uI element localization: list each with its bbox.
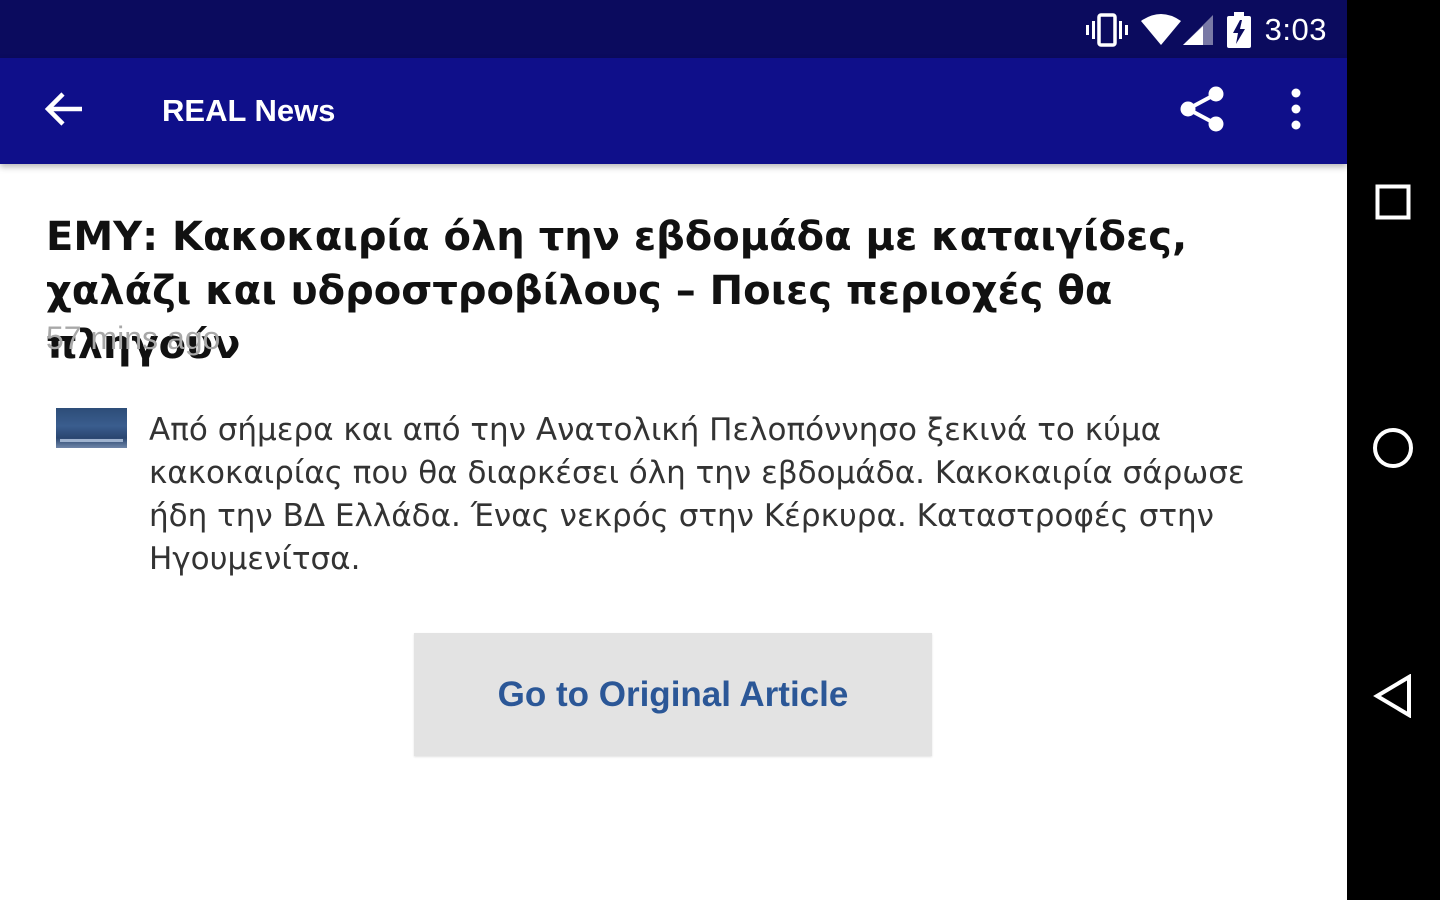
status-icons: 3:03 (1073, 8, 1327, 52)
navigation-bar (1347, 0, 1440, 900)
back-triangle-icon (1373, 672, 1413, 723)
back-button[interactable] (36, 85, 92, 137)
share-icon (1179, 85, 1225, 138)
vibrate-icon (1085, 12, 1129, 48)
home-circle-icon (1371, 426, 1415, 475)
app-title: REAL News (162, 93, 336, 128)
status-bar: 3:03 (0, 0, 1347, 58)
recents-square-icon (1375, 184, 1411, 225)
wifi-icon (1140, 13, 1181, 47)
app-bar: REAL News (0, 58, 1347, 164)
share-button[interactable] (1174, 83, 1230, 139)
cell-signal-icon (1182, 13, 1215, 47)
recents-button[interactable] (1369, 180, 1417, 228)
article-summary: Από σήμερα και από την Ανατολική Πελοπόν… (149, 412, 1245, 577)
article-timestamp: 57 mins ago (46, 320, 221, 356)
article-title: ΕΜΥ: Κακοκαιρία όλη την εβδομάδα με κατα… (46, 214, 1188, 368)
app-screen: 3:03 REAL News ΕΜΥ: Κακοκαιρία όλη την ε… (0, 0, 1347, 900)
overflow-menu-button[interactable] (1270, 83, 1322, 139)
battery-charging-icon (1226, 12, 1251, 48)
nav-back-button[interactable] (1369, 672, 1417, 723)
home-button[interactable] (1369, 426, 1417, 474)
go-to-original-article-button[interactable]: Go to Original Article (414, 633, 932, 756)
back-arrow-icon (44, 90, 84, 133)
article-thumbnail (56, 408, 127, 448)
more-vert-icon (1290, 88, 1302, 135)
status-time: 3:03 (1264, 12, 1327, 47)
